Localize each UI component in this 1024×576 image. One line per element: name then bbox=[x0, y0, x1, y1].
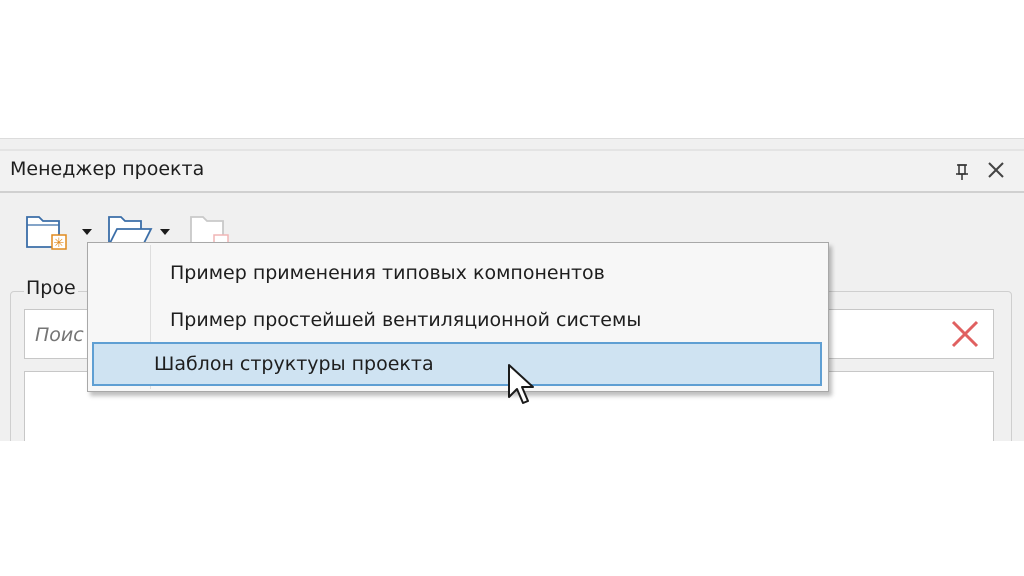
new-project-dropdown-arrow[interactable] bbox=[82, 229, 92, 235]
menu-item-label: Шаблон структуры проекта bbox=[154, 353, 434, 375]
menu-item-label: Пример простейшей вентиляционной системы bbox=[170, 309, 642, 331]
projects-group-label: Прое bbox=[24, 277, 78, 299]
menu-item-typical-components-example[interactable]: Пример применения типовых компонентов bbox=[92, 251, 822, 295]
menu-item-ventilation-system-example[interactable]: Пример простейшей вентиляционной системы bbox=[92, 298, 822, 342]
clear-icon bbox=[951, 320, 979, 348]
menu-item-project-structure-template[interactable]: Шаблон структуры проекта bbox=[92, 342, 822, 386]
close-button[interactable] bbox=[984, 157, 1008, 183]
menu-item-label: Пример применения типовых компонентов bbox=[170, 262, 605, 284]
pin-icon bbox=[956, 164, 968, 180]
panel-title: Менеджер проекта bbox=[10, 158, 205, 180]
mouse-pointer-icon bbox=[508, 364, 534, 404]
open-project-dropdown-arrow[interactable] bbox=[160, 229, 170, 235]
clear-search-button[interactable] bbox=[949, 318, 981, 350]
new-project-dropdown-menu: Пример применения типовых компонентов Пр… bbox=[87, 242, 829, 392]
panel-titlebar: Менеджер проекта bbox=[0, 149, 1024, 193]
pin-button[interactable] bbox=[950, 157, 974, 183]
new-project-folder-icon: ✳ bbox=[26, 216, 67, 251]
svg-text:✳: ✳ bbox=[54, 236, 65, 251]
close-icon bbox=[988, 162, 1004, 178]
